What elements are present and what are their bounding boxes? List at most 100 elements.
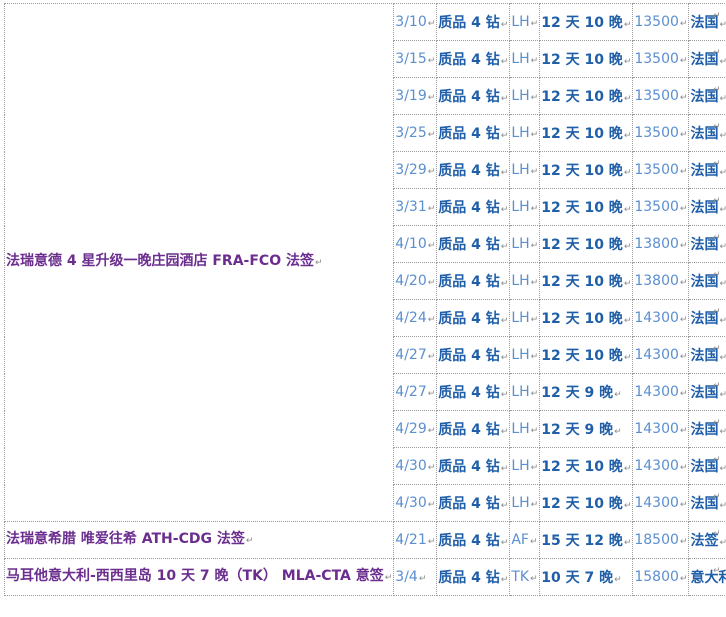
airline-cell: LH↵ xyxy=(509,373,541,411)
paragraph-mark-icon: ↵ xyxy=(719,316,726,326)
visa-cell: 法国↵ xyxy=(688,336,726,374)
duration-cell-text: 12 天 10 晚 xyxy=(541,200,623,216)
duration-cell: 12 天 10 晚↵ xyxy=(539,188,634,226)
paragraph-mark-icon: ↵ xyxy=(623,168,632,178)
paragraph-mark-icon: ↵ xyxy=(719,464,726,474)
duration-cell: 12 天 9 晚↵ xyxy=(539,373,634,411)
date-cell-text: 4/30 xyxy=(395,495,427,511)
price-cell: 13800↵ xyxy=(632,225,690,263)
date-cell-text: 4/27 xyxy=(395,384,427,400)
price-cell: 13500↵ xyxy=(632,77,690,115)
date-cell: 3/29↵ xyxy=(393,151,438,189)
paragraph-mark-icon: ↵ xyxy=(623,316,632,326)
paragraph-mark-icon: ↵ xyxy=(530,463,539,473)
duration-cell: 12 天 10 晚↵ xyxy=(539,3,634,41)
date-cell: 4/30↵ xyxy=(393,447,438,485)
paragraph-mark-icon: ↵ xyxy=(530,315,539,325)
grade-cell-text: 质品 4 钻 xyxy=(438,311,500,327)
duration-cell-text: 12 天 10 晚 xyxy=(541,126,623,142)
date-cell: 3/25↵ xyxy=(393,114,438,152)
visa-cell: 法国↵ xyxy=(688,188,726,226)
duration-cell-text: 12 天 10 晚 xyxy=(541,311,623,327)
paragraph-mark-icon: ↵ xyxy=(679,389,688,399)
airline-cell-text: LH xyxy=(511,125,530,141)
row-end-mark-icon: ↵ xyxy=(713,307,721,317)
paragraph-mark-icon: ↵ xyxy=(614,390,622,400)
row-end-mark-icon: ↵ xyxy=(713,159,721,169)
paragraph-mark-icon: ↵ xyxy=(719,57,726,67)
paragraph-mark-icon: ↵ xyxy=(679,167,688,177)
grade-cell: 质品 4 钻↵ xyxy=(436,410,511,448)
paragraph-mark-icon: ↵ xyxy=(500,316,509,326)
route-name-text: 法瑞意希腊 唯爱往希 ATH-CDG 法签 xyxy=(6,530,245,547)
paragraph-mark-icon: ↵ xyxy=(623,464,632,474)
paragraph-mark-icon: ↵ xyxy=(623,57,632,67)
paragraph-mark-icon: ↵ xyxy=(384,572,393,583)
duration-cell-text: 12 天 10 晚 xyxy=(541,52,623,68)
airline-cell: LH↵ xyxy=(509,410,541,448)
paragraph-mark-icon: ↵ xyxy=(623,538,632,548)
paragraph-mark-icon: ↵ xyxy=(500,575,509,585)
grade-cell: 质品 4 钻↵ xyxy=(436,77,511,115)
duration-cell: 12 天 10 晚↵ xyxy=(539,484,634,522)
price-cell-text: 14300 xyxy=(634,384,679,400)
price-cell-text: 13800 xyxy=(634,273,679,289)
price-cell: 14300↵ xyxy=(632,299,690,337)
date-cell: 4/10↵ xyxy=(393,225,438,263)
date-cell-text: 4/20 xyxy=(395,273,427,289)
row-end-mark-icon: ↵ xyxy=(713,418,721,428)
route-name-text: 马耳他意大利-西西里岛 10 天 7 晚（TK） MLA-CTA 意签 xyxy=(6,567,384,584)
airline-cell: TK↵ xyxy=(509,558,541,596)
price-cell: 15800↵ xyxy=(632,558,690,596)
duration-cell: 12 天 10 晚↵ xyxy=(539,225,634,263)
grade-cell: 质品 4 钻↵ xyxy=(436,336,511,374)
airline-cell: LH↵ xyxy=(509,262,541,300)
price-cell-text: 13500 xyxy=(634,162,679,178)
date-cell-text: 3/31 xyxy=(395,199,427,215)
paragraph-mark-icon: ↵ xyxy=(719,168,726,178)
airline-cell-text: LH xyxy=(511,347,530,363)
price-cell-text: 13500 xyxy=(634,125,679,141)
paragraph-mark-icon: ↵ xyxy=(679,130,688,140)
duration-cell: 12 天 10 晚↵ xyxy=(539,447,634,485)
schedule-table: 法瑞意德 4 星升级一晚庄园酒店 FRA-FCO 法签↵ 3/10↵ 质品 4 钻↵… xyxy=(3,3,726,596)
airline-cell-text: TK xyxy=(511,569,530,585)
paragraph-mark-icon: ↵ xyxy=(427,204,436,214)
duration-cell-text: 12 天 10 晚 xyxy=(541,274,623,290)
paragraph-mark-icon: ↵ xyxy=(427,537,436,547)
airline-cell-text: LH xyxy=(511,236,530,252)
paragraph-mark-icon: ↵ xyxy=(679,241,688,251)
airline-cell-text: LH xyxy=(511,88,530,104)
date-cell: 4/30↵ xyxy=(393,484,438,522)
duration-cell: 12 天 10 晚↵ xyxy=(539,299,634,337)
date-cell-text: 4/29 xyxy=(395,421,427,437)
paragraph-mark-icon: ↵ xyxy=(500,390,509,400)
date-cell-text: 3/19 xyxy=(395,88,427,104)
paragraph-mark-icon: ↵ xyxy=(427,315,436,325)
date-cell-text: 4/27 xyxy=(395,347,427,363)
row-end-mark-icon: ↵ xyxy=(713,196,721,206)
price-cell-text: 13500 xyxy=(634,14,679,30)
paragraph-mark-icon: ↵ xyxy=(427,426,436,436)
date-cell-text: 3/25 xyxy=(395,125,427,141)
duration-cell: 12 天 10 晚↵ xyxy=(539,262,634,300)
price-cell-text: 14300 xyxy=(634,347,679,363)
airline-cell-text: LH xyxy=(511,199,530,215)
paragraph-mark-icon: ↵ xyxy=(530,352,539,362)
visa-cell: 法国↵ xyxy=(688,447,726,485)
paragraph-mark-icon: ↵ xyxy=(500,94,509,104)
grade-cell: 质品 4 钻↵ xyxy=(436,484,511,522)
duration-cell-text: 12 天 10 晚 xyxy=(541,89,623,105)
paragraph-mark-icon: ↵ xyxy=(427,93,436,103)
visa-cell: 法国↵ xyxy=(688,299,726,337)
paragraph-mark-icon: ↵ xyxy=(500,501,509,511)
price-cell-text: 14300 xyxy=(634,458,679,474)
paragraph-mark-icon: ↵ xyxy=(719,205,726,215)
paragraph-mark-icon: ↵ xyxy=(623,131,632,141)
date-cell: 3/31↵ xyxy=(393,188,438,226)
duration-cell-text: 10 天 7 晚 xyxy=(541,570,614,586)
paragraph-mark-icon: ↵ xyxy=(530,19,539,29)
date-cell: 3/10↵ xyxy=(393,3,438,41)
paragraph-mark-icon: ↵ xyxy=(500,131,509,141)
visa-cell: 法国↵ xyxy=(688,410,726,448)
